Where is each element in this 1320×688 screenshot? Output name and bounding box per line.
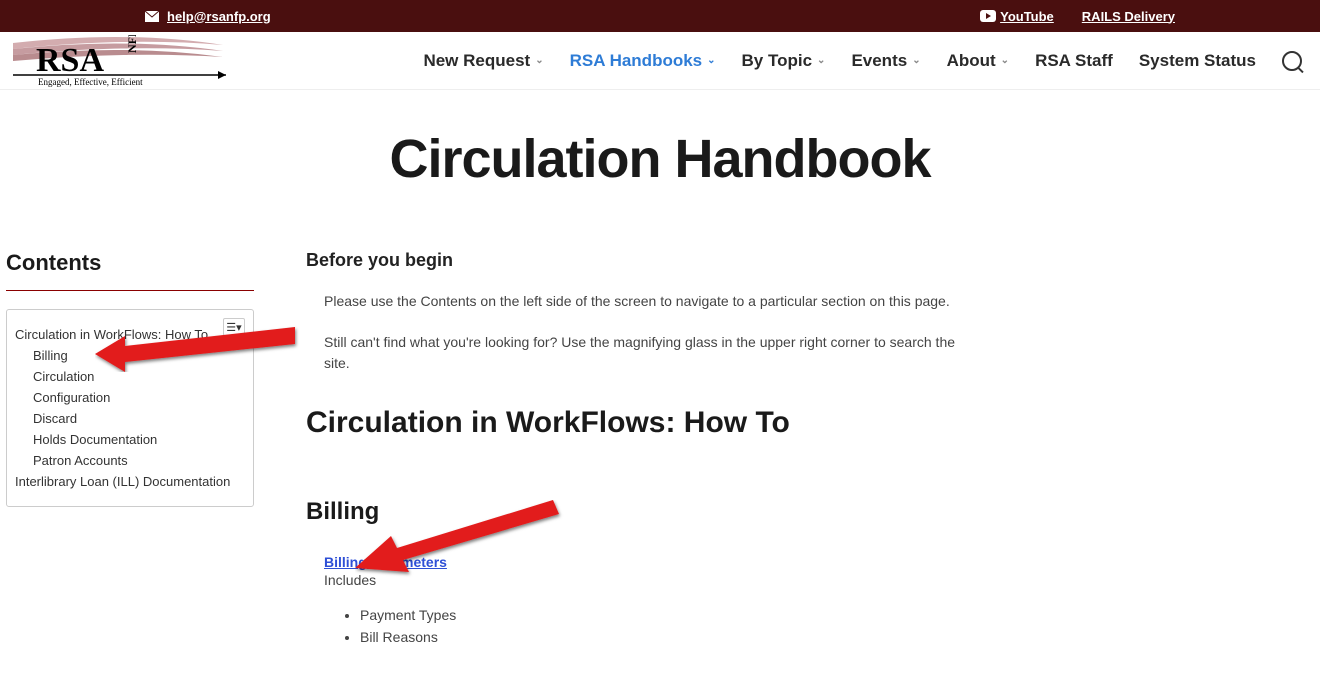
subsection-heading: Billing (306, 498, 980, 526)
main-nav: RSA NFP Engaged, Effective, Efficient Ne… (0, 32, 1320, 90)
toc-item[interactable]: Discard (15, 408, 243, 429)
top-bar: help@rsanfp.org YouTube RAILS Delivery (0, 0, 1320, 32)
article: Before you begin Please use the Contents… (262, 250, 1320, 688)
toc-toggle-icon[interactable]: ☰▾ (223, 318, 245, 336)
toc-item[interactable]: Configuration (15, 387, 243, 408)
nav-events[interactable]: Events⌄ (851, 51, 920, 71)
chevron-down-icon: ⌄ (1001, 55, 1009, 66)
youtube-icon (980, 10, 996, 22)
toc-item[interactable]: Circulation in WorkFlows: How To (15, 324, 243, 345)
search-icon[interactable] (1282, 51, 1302, 71)
toc-item[interactable]: Patron Accounts (15, 450, 243, 471)
chevron-down-icon: ⌄ (817, 55, 825, 66)
youtube-link[interactable]: YouTube (1000, 9, 1054, 24)
nav-by-topic[interactable]: By Topic⌄ (742, 51, 826, 71)
sidebar: Contents ☰▾ Circulation in WorkFlows: Ho… (0, 250, 262, 527)
intro-paragraph-1: Please use the Contents on the left side… (324, 291, 980, 312)
svg-text:Engaged, Effective, Efficient: Engaged, Effective, Efficient (38, 77, 143, 87)
svg-text:RSA: RSA (36, 42, 104, 79)
page-title: Circulation Handbook (0, 128, 1320, 190)
toc-item[interactable]: Circulation (15, 366, 243, 387)
before-you-begin-heading: Before you begin (306, 250, 980, 271)
nav-links: New Request⌄ RSA Handbooks⌄ By Topic⌄ Ev… (423, 51, 1302, 71)
intro-paragraph-2: Still can't find what you're looking for… (324, 332, 980, 374)
chevron-down-icon: ⌄ (912, 55, 920, 66)
toc-item[interactable]: Holds Documentation (15, 429, 243, 450)
chevron-down-icon: ⌄ (707, 55, 715, 66)
sidebar-title: Contents (6, 250, 254, 276)
toc-item[interactable]: Billing (15, 345, 243, 366)
rails-delivery-link[interactable]: RAILS Delivery (1082, 9, 1175, 24)
sidebar-divider (6, 290, 254, 291)
section-heading: Circulation in WorkFlows: How To (306, 406, 980, 440)
list-item: Bill Reasons (360, 626, 980, 648)
billing-parameters-link[interactable]: Billing Parameters (324, 554, 447, 570)
topbar-left: help@rsanfp.org (145, 9, 271, 24)
svg-text:NFP: NFP (125, 35, 139, 53)
nav-about[interactable]: About⌄ (947, 51, 1009, 71)
nav-rsa-handbooks[interactable]: RSA Handbooks⌄ (570, 51, 716, 71)
includes-label: Includes (324, 572, 376, 588)
nav-system-status[interactable]: System Status (1139, 51, 1256, 71)
bullet-list: Payment Types Bill Reasons (360, 604, 980, 648)
nav-rsa-staff[interactable]: RSA Staff (1035, 51, 1113, 71)
logo[interactable]: RSA NFP Engaged, Effective, Efficient (8, 35, 233, 87)
chevron-down-icon: ⌄ (535, 55, 543, 66)
envelope-icon (145, 11, 159, 22)
toc-item[interactable]: Interlibrary Loan (ILL) Documentation (15, 471, 243, 492)
topbar-right: YouTube RAILS Delivery (980, 9, 1175, 24)
toc-box: ☰▾ Circulation in WorkFlows: How To Bill… (6, 309, 254, 507)
help-email-link[interactable]: help@rsanfp.org (167, 9, 271, 24)
nav-new-request[interactable]: New Request⌄ (423, 51, 543, 71)
